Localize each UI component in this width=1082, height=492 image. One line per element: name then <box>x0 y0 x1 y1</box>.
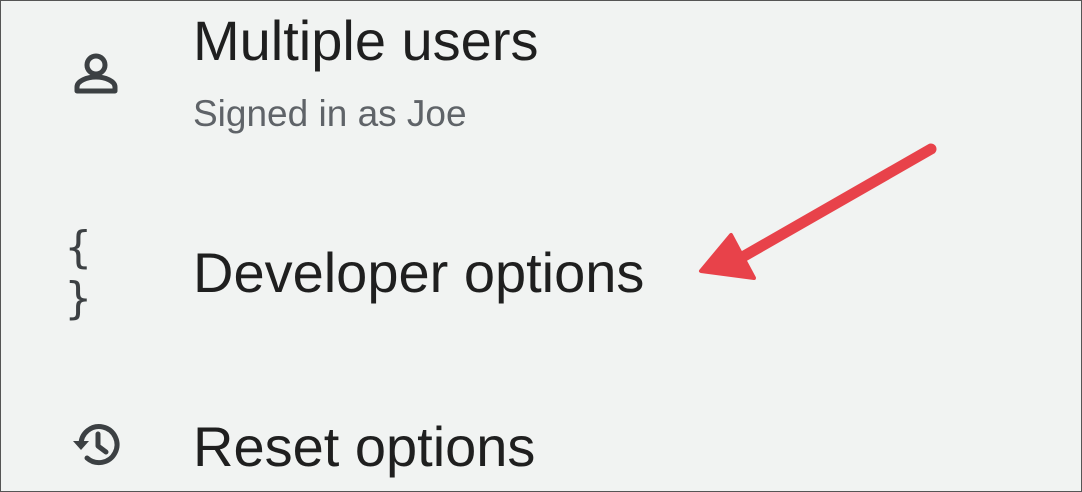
braces-icon: { } <box>65 222 102 324</box>
settings-screen: Multiple users Signed in as Joe { } Deve… <box>0 0 1082 492</box>
settings-item-subtitle: Signed in as Joe <box>193 93 467 134</box>
settings-item-title: Developer options <box>193 241 645 304</box>
settings-item-developer-options[interactable]: { } Developer options <box>1 201 1081 331</box>
settings-item-title: Reset options <box>193 415 536 478</box>
settings-item-multiple-users[interactable]: Multiple users Signed in as Joe <box>1 1 1081 161</box>
settings-item-reset-options[interactable]: Reset options <box>1 381 1081 491</box>
history-icon <box>69 417 125 473</box>
settings-item-title: Multiple users <box>193 9 539 72</box>
person-icon <box>71 51 121 97</box>
